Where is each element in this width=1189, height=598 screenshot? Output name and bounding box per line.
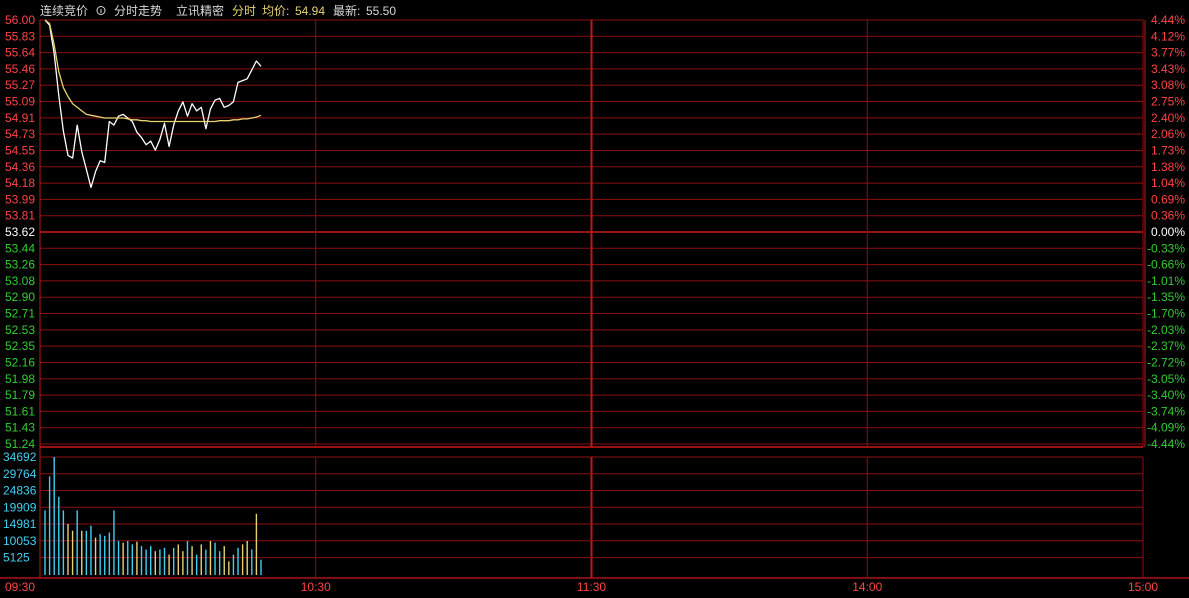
percent-tick-label: 2.40% (1151, 111, 1185, 125)
label-avg-price: 均价: (262, 4, 289, 18)
chart-background (0, 0, 1189, 598)
price-tick-label: 55.27 (5, 78, 35, 92)
price-tick-label: 53.08 (5, 274, 35, 288)
avg-price-value: 54.94 (295, 4, 325, 18)
price-tick-label: 54.91 (5, 111, 35, 125)
price-tick-label: 55.83 (5, 29, 35, 43)
tab-continuous-auction[interactable]: 连续竞价 (40, 3, 88, 18)
volume-tick-label: 19909 (3, 500, 37, 514)
percent-tick-label: -2.03% (1147, 323, 1185, 337)
percent-tick-label: -3.74% (1147, 404, 1185, 418)
price-axis: 56.00 55.83 55.64 55.46 55.27 55.09 54.91 54.73… (5, 13, 35, 451)
time-tick-label: 09:30 (5, 580, 35, 594)
price-tick-label: 51.98 (5, 372, 35, 386)
price-tick-label: 51.43 (5, 421, 35, 435)
price-tick-label: 53.81 (5, 209, 35, 223)
percent-tick-label: 1.04% (1151, 176, 1185, 190)
price-tick-label: 54.73 (5, 127, 35, 141)
percent-tick-label: 0.36% (1151, 209, 1185, 223)
price-tick-label: 55.64 (5, 46, 35, 60)
intraday-chart[interactable]: 连续竞价 分时走势 立讯精密 分时 均价: 54.94 最新: 55.50 56… (0, 0, 1189, 598)
price-tick-label: 54.36 (5, 160, 35, 174)
volume-axis: 34692 29764 24836 19909 14981 10053 5125 (3, 450, 37, 565)
percent-tick-label: -1.35% (1147, 290, 1185, 304)
percent-tick-label: 4.12% (1151, 29, 1185, 43)
price-tick-label: 51.24 (5, 437, 35, 451)
percent-tick-label: -4.44% (1147, 437, 1185, 451)
percent-tick-label: 4.44% (1151, 13, 1185, 27)
volume-tick-label: 34692 (3, 450, 37, 464)
tab-stock-name[interactable]: 立讯精密 (176, 3, 224, 18)
price-tick-label: 54.18 (5, 176, 35, 190)
price-tick-label: 52.35 (5, 339, 35, 353)
volume-tick-label: 10053 (3, 534, 37, 548)
percent-tick-label: -3.05% (1147, 372, 1185, 386)
volume-tick-label: 14981 (3, 517, 37, 531)
price-tick-label: 51.79 (5, 388, 35, 402)
price-tick-label: 52.90 (5, 290, 35, 304)
percent-tick-label: 3.43% (1151, 62, 1185, 76)
percent-tick-label: 2.75% (1151, 95, 1185, 109)
percent-tick-label: -2.37% (1147, 339, 1185, 353)
time-tick-label: 14:00 (852, 580, 882, 594)
label-latest-price: 最新: (333, 3, 360, 18)
price-tick-label: 56.00 (5, 13, 35, 27)
price-tick-label: 53.62 (5, 225, 35, 239)
price-tick-label: 53.99 (5, 192, 35, 206)
label-minute: 分时 (232, 4, 256, 18)
time-tick-label: 15:00 (1128, 580, 1158, 594)
price-tick-label: 51.61 (5, 404, 35, 418)
price-tick-label: 55.46 (5, 62, 35, 76)
price-tick-label: 53.44 (5, 241, 35, 255)
percent-tick-label: 3.08% (1151, 78, 1185, 92)
time-tick-label: 11:30 (577, 580, 606, 594)
percent-tick-label: -3.40% (1147, 388, 1185, 402)
time-tick-label: 10:30 (301, 580, 331, 594)
percent-tick-label: 1.73% (1151, 143, 1185, 157)
percent-tick-label: 3.77% (1151, 46, 1185, 60)
percent-tick-label: 0.00% (1151, 225, 1185, 239)
price-tick-label: 55.09 (5, 95, 35, 109)
percent-tick-label: -2.72% (1147, 355, 1185, 369)
volume-tick-label: 29764 (3, 467, 37, 481)
volume-tick-label: 24836 (3, 484, 37, 498)
percent-tick-label: -1.01% (1147, 274, 1185, 288)
percent-tick-label: -4.09% (1147, 421, 1185, 435)
percent-tick-label: -0.66% (1147, 258, 1185, 272)
tab-minute-trend[interactable]: 分时走势 (114, 4, 162, 18)
percent-tick-label: -0.33% (1147, 241, 1185, 255)
percent-tick-label: -1.70% (1147, 307, 1185, 321)
percent-tick-label: 2.06% (1151, 127, 1185, 141)
price-tick-label: 52.16 (5, 355, 35, 369)
latest-price-value: 55.50 (366, 4, 396, 18)
percent-axis: 4.44% 4.12% 3.77% 3.43% 3.08% 2.75% 2.40% 2.06%… (1147, 13, 1185, 451)
price-tick-label: 53.26 (5, 258, 35, 272)
info-icon-stem (100, 9, 102, 13)
price-tick-label: 54.55 (5, 143, 35, 157)
price-tick-label: 52.53 (5, 323, 35, 337)
volume-tick-label: 5125 (3, 551, 30, 565)
percent-tick-label: 0.69% (1151, 192, 1185, 206)
price-tick-label: 52.71 (5, 307, 35, 321)
percent-tick-label: 1.38% (1151, 160, 1185, 174)
